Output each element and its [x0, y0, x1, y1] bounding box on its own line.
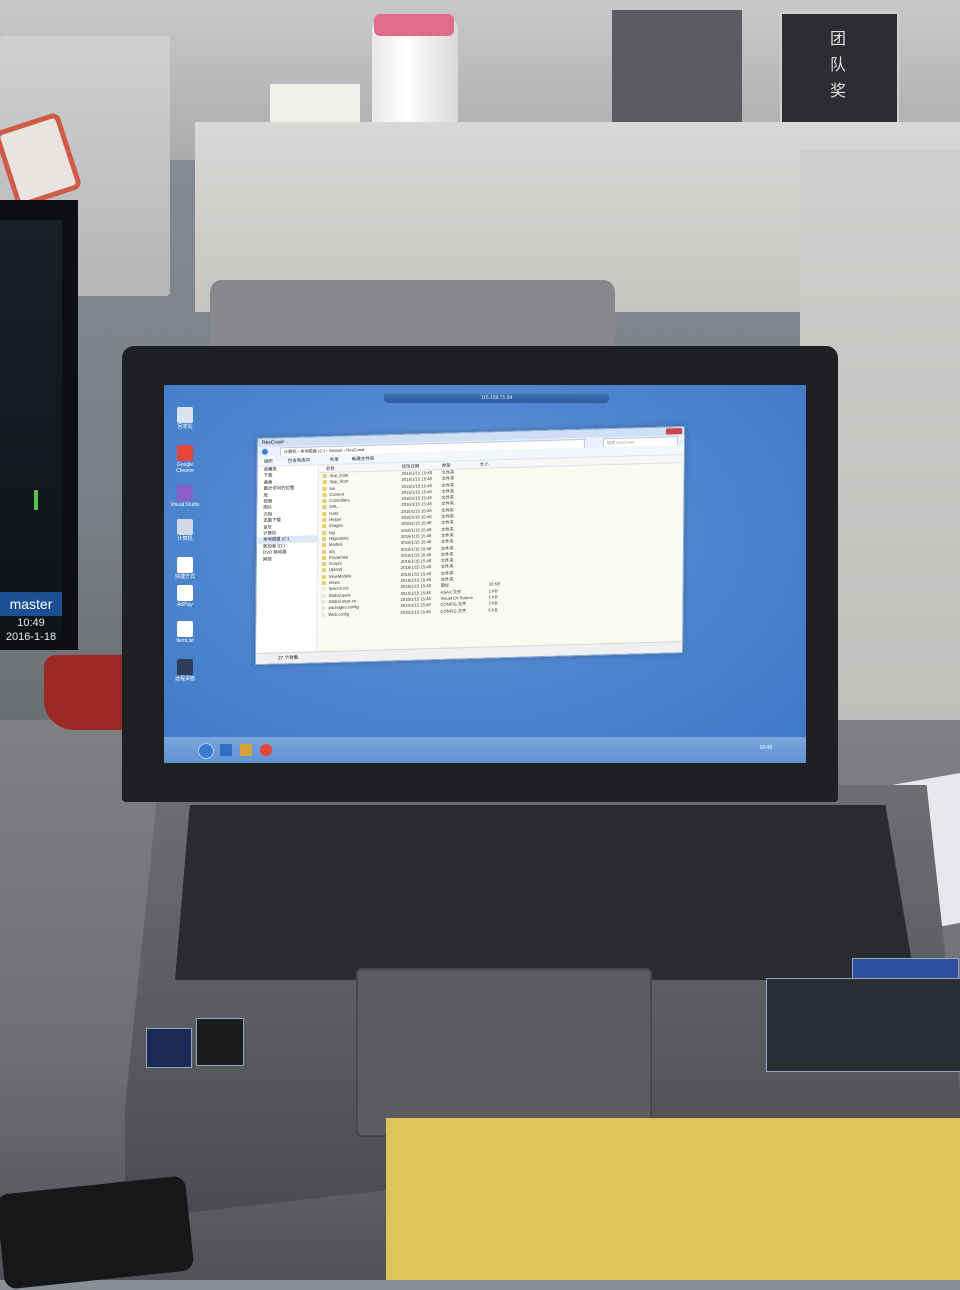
taskbar-ie-icon[interactable]	[220, 744, 232, 756]
file-icon	[321, 593, 326, 598]
side-monitor-indicator	[34, 490, 38, 510]
column-date[interactable]: 修改日期	[402, 462, 420, 469]
desktop-icon-label: 计算机	[177, 536, 193, 542]
folder-icon	[322, 505, 327, 510]
navigation-pane: 收藏夹 下载 桌面 最近访问的位置库视频 图片 文档 迅雷下载 音乐 计算机 本地磁盘 (C:) 新…	[256, 465, 319, 656]
desktop-icon-glyph	[177, 445, 193, 461]
close-button[interactable]	[665, 428, 682, 435]
folder-icon	[322, 511, 327, 516]
file-icon	[321, 599, 326, 605]
explorer-title: ResCrawl	[261, 439, 284, 446]
desktop-icon-glyph	[177, 407, 193, 423]
folder-icon	[321, 581, 326, 586]
taskbar-chrome-icon[interactable]	[260, 744, 272, 756]
file-icon	[321, 587, 326, 592]
column-size[interactable]: 大小	[480, 461, 489, 468]
laptop-screen: 115.159.71.54 回收站 Google Chrome Visual Stu…	[164, 385, 806, 763]
nav-item[interactable]: 网络	[257, 555, 317, 563]
side-monitor-time: 10:49	[17, 617, 45, 629]
intel-sticker	[146, 1028, 192, 1068]
file-type: CONFIG 文件	[440, 607, 467, 614]
file-icon	[321, 612, 326, 617]
desktop-icon[interactable]: ItemList	[170, 621, 200, 644]
desktop-icon[interactable]: AdPlay	[170, 585, 200, 608]
desktop-icon-label: 回收站	[177, 424, 193, 430]
desktop-icon[interactable]: 远程桌面	[170, 659, 200, 682]
side-monitor-clock: 10:49 2016-1-18	[0, 616, 62, 644]
desktop-icon[interactable]: 回收站	[170, 407, 200, 430]
notebook	[386, 1118, 960, 1280]
rdp-connection-bar[interactable]: 115.159.71.54	[384, 394, 609, 403]
taskbar: 10:49	[164, 737, 806, 763]
folder-icon	[322, 492, 327, 498]
file-name: Web.config	[328, 610, 350, 617]
desktop-icon-label: 快捷方式	[174, 574, 195, 580]
file-icon	[321, 606, 326, 611]
include-in-library-button[interactable]: 包含到库中	[288, 457, 311, 465]
folder-icon	[321, 568, 326, 573]
start-button[interactable]	[198, 743, 214, 759]
desktop-icon-glyph	[177, 485, 193, 501]
folder-icon	[322, 474, 327, 479]
side-monitor-date: 2016-1-18	[5, 631, 57, 643]
folder-icon	[321, 555, 326, 561]
column-name[interactable]: 名称	[326, 465, 335, 472]
geforce-sticker	[196, 1018, 244, 1066]
desktop-icons: 回收站 Google Chrome Visual Studio 计算机快捷方式 AdPl…	[170, 407, 204, 697]
desktop-icon-glyph	[177, 585, 193, 601]
folder-icon	[322, 537, 327, 542]
file-size: 6 KB	[488, 606, 498, 613]
desktop-icon-glyph	[177, 519, 193, 535]
folder-icon	[321, 574, 326, 579]
taskbar-explorer-icon[interactable]	[240, 744, 252, 756]
folder-icon	[322, 499, 327, 504]
desktop-icon-glyph	[177, 557, 193, 573]
new-folder-button[interactable]: 新建文件夹	[352, 455, 375, 463]
desktop-icon[interactable]: Google Chrome	[170, 445, 200, 474]
side-monitor-screen	[0, 220, 62, 640]
desktop-icon[interactable]: Visual Studio	[170, 485, 200, 508]
back-arrow-icon[interactable]	[261, 448, 268, 455]
desktop-icon-label: 远程桌面	[174, 676, 195, 682]
file-list: App_Data 2016/1/15 15:48 文件夹 App_Start 2016/…	[318, 463, 681, 618]
desktop-icon-label: AdPlay	[177, 602, 193, 608]
laptop-touchpad	[356, 968, 652, 1137]
desktop-icon[interactable]: 快捷方式	[170, 557, 200, 580]
object-count: 27 个对象	[278, 654, 299, 661]
git-branch-badge: master	[0, 592, 62, 616]
desktop-icon[interactable]: 计算机	[170, 519, 200, 542]
folder-icon	[322, 524, 327, 529]
status-bar: 27 个对象	[256, 641, 683, 664]
jar-lid	[374, 14, 454, 36]
taskbar-clock: 10:49	[759, 745, 772, 751]
navigation-list: 收藏夹 下载 桌面 最近访问的位置库视频 图片 文档 迅雷下载 音乐 计算机 本地磁盘 (C:) 新…	[257, 465, 318, 563]
folder-icon	[322, 518, 327, 523]
folder-icon	[322, 543, 327, 548]
desktop-icon-label: Google Chrome	[176, 462, 194, 474]
folder-icon	[322, 480, 327, 485]
desktop-icon-label: ItemList	[176, 638, 194, 644]
file-date: 2016/1/15 15:48	[400, 608, 431, 615]
folder-icon	[321, 562, 326, 567]
desktop-icon-label: Visual Studio	[170, 502, 200, 508]
folder-icon	[322, 530, 327, 535]
desktop-icon-glyph	[177, 621, 193, 637]
organize-button[interactable]: 组织	[264, 458, 273, 465]
asus-spec-sticker	[766, 978, 960, 1072]
smartphone	[0, 1175, 195, 1290]
trophy-label: 团队奖	[830, 29, 847, 100]
laptop-keyboard	[175, 805, 915, 980]
explorer-window[interactable]: ResCrawl 计算机 › 本地磁盘 (C:) › inetpub › Res…	[255, 426, 685, 665]
share-button[interactable]: 共享	[330, 456, 339, 463]
column-type[interactable]: 类型	[442, 462, 451, 469]
folder-icon	[322, 486, 327, 491]
storage-box	[612, 10, 742, 140]
desktop-icon-glyph	[177, 659, 193, 675]
folder-icon	[321, 549, 327, 554]
